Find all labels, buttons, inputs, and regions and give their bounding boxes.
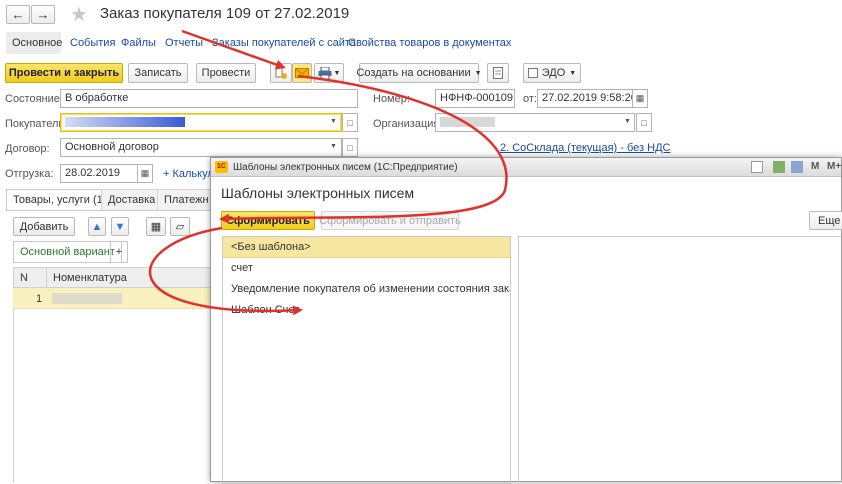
shipment-label: Отгрузка: (5, 168, 54, 180)
buyer-label: Покупатель: (5, 118, 68, 130)
number-label: Номер: (373, 93, 410, 105)
date-label: от: (523, 93, 537, 105)
preview-pane (518, 236, 842, 484)
col-nomenclature-header[interactable]: Номенклатура (53, 272, 127, 284)
list-item[interactable]: Шаблон Счет (223, 300, 510, 321)
forward-button[interactable]: → (31, 5, 55, 24)
create-based-on-button[interactable]: Создать на основании ▼ (356, 63, 482, 83)
post-and-close-button[interactable]: Провести и закрыть (5, 63, 123, 83)
date-calendar-icon[interactable]: ▦ (632, 89, 648, 108)
status-label: Состояние: (5, 93, 63, 105)
page-title: Заказ покупателя 109 от 27.02.2019 (100, 5, 350, 22)
form-and-send-button[interactable]: Сформировать и отправить (319, 211, 461, 230)
buyer-open-icon[interactable]: □ (342, 113, 358, 132)
titlebar-mplus-button[interactable]: M+ (827, 161, 841, 172)
organization-field[interactable] (435, 113, 635, 132)
tab-add-variant[interactable]: + (110, 241, 128, 263)
organization-label: Организация: (373, 118, 443, 130)
titlebar-calc-icon[interactable] (773, 161, 785, 173)
row-nomenclature-redacted (52, 293, 122, 304)
row-number: 1 (36, 293, 43, 305)
nav-item-site-orders[interactable]: Заказы покупателей с сайта (212, 37, 356, 49)
print-icon[interactable]: ▼ (314, 63, 344, 83)
contract-field[interactable]: Основной договор (60, 138, 342, 157)
titlebar-table-icon[interactable] (791, 161, 803, 173)
more-button[interactable]: Еще (809, 211, 842, 230)
move-up-icon[interactable]: ▲ (88, 217, 106, 236)
buyer-value-redacted (65, 117, 185, 128)
tab-goods[interactable]: Товары, услуги (1) (6, 189, 114, 211)
col-n-header[interactable]: N (20, 272, 28, 284)
table-body (13, 309, 214, 482)
status-field[interactable]: В обработке (60, 89, 358, 108)
contract-label: Договор: (5, 143, 50, 155)
dialog-window-title: Шаблоны электронных писем (1С:Предприяти… (233, 162, 458, 173)
app-logo-icon: 1С (215, 161, 228, 173)
list-item[interactable]: <Без шаблона> (223, 237, 510, 258)
save-button[interactable]: Записать (128, 63, 188, 83)
nav-item-main[interactable]: Основное (12, 37, 62, 49)
move-down-icon[interactable]: ▼ (111, 217, 129, 236)
list-item[interactable]: Уведомление покупателя об изменении сост… (223, 279, 510, 300)
titlebar-m-button[interactable]: M (811, 161, 819, 172)
tabs-divider (6, 210, 212, 211)
edo-button[interactable]: ЭДО ▼ (523, 63, 581, 83)
tab-payments[interactable]: Платежн (157, 189, 212, 211)
shipment-calendar-icon[interactable]: ▦ (137, 164, 153, 183)
table-tool2-icon[interactable]: ▱ (170, 217, 190, 236)
structure-icon[interactable] (270, 63, 292, 83)
nav-item-properties[interactable]: Свойства товаров в документах (348, 37, 511, 49)
titlebar-doc-icon[interactable] (751, 161, 763, 173)
organization-open-icon[interactable]: □ (636, 113, 652, 132)
nav-item-reports[interactable]: Отчеты (165, 37, 203, 49)
email-icon[interactable] (292, 63, 312, 83)
tab-delivery[interactable]: Доставка (101, 189, 163, 211)
back-button[interactable]: ← (6, 5, 30, 24)
buyer-field[interactable] (60, 113, 342, 132)
post-button[interactable]: Провести (196, 63, 256, 83)
nav-item-files[interactable]: Файлы (121, 37, 156, 49)
contract-open-icon[interactable]: □ (342, 138, 358, 157)
date-field[interactable]: 27.02.2019 9:58:20 (537, 89, 633, 108)
tab-main-variant[interactable]: Основной вариант (13, 241, 122, 263)
templates-dialog: 1С Шаблоны электронных писем (1С:Предпри… (210, 157, 842, 484)
number-field[interactable]: НФНФ-000109 (435, 89, 515, 108)
organization-dropdown-icon[interactable]: ▼ (624, 118, 631, 125)
list-item[interactable]: счет (223, 258, 510, 279)
star-icon[interactable]: ★ (70, 2, 88, 27)
form-button[interactable]: Сформировать (221, 211, 315, 230)
nav-item-events[interactable]: События (70, 37, 115, 49)
table-tool-icon[interactable]: ▦ (146, 217, 166, 236)
document-icon[interactable] (487, 63, 509, 83)
col-divider (46, 267, 47, 288)
contract-dropdown-icon[interactable]: ▼ (330, 143, 337, 150)
organization-value-redacted (440, 117, 495, 128)
dialog-heading: Шаблоны электронных писем (221, 185, 415, 201)
shipment-date-field[interactable]: 28.02.2019 (60, 164, 138, 183)
templates-list[interactable]: <Без шаблона> счет Уведомление покупател… (222, 236, 511, 484)
buyer-dropdown-icon[interactable]: ▼ (330, 118, 337, 125)
warehouse-link[interactable]: 2. СоСклада (текущая) - без НДС (500, 142, 670, 154)
add-row-button[interactable]: Добавить (13, 217, 75, 236)
